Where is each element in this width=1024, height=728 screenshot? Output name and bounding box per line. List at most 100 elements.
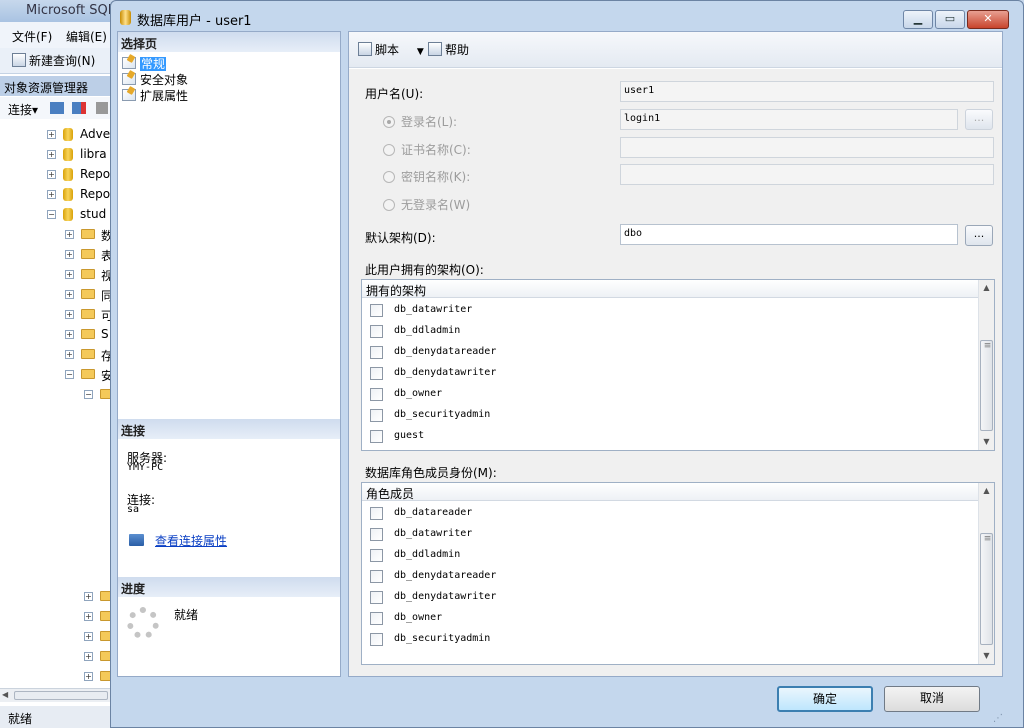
maximize-button[interactable]: ▭ xyxy=(935,10,965,29)
tree-horizontal-scrollbar[interactable]: ◀ xyxy=(0,688,110,702)
scroll-thumb[interactable] xyxy=(980,340,993,431)
key-field[interactable] xyxy=(620,164,994,185)
checkbox[interactable] xyxy=(370,430,383,443)
checkbox[interactable] xyxy=(370,570,383,583)
owned-schema-row[interactable]: db_denydatawriter xyxy=(362,363,978,384)
expand-icon[interactable]: + xyxy=(65,290,74,299)
login-browse-button[interactable]: ... xyxy=(965,109,993,130)
checkbox[interactable] xyxy=(370,388,383,401)
expand-icon[interactable]: + xyxy=(84,652,93,661)
role-member-row[interactable]: db_datawriter xyxy=(362,524,978,545)
default-schema-browse-button[interactable]: ... xyxy=(965,225,993,246)
tree-folder-node[interactable]: + 数 xyxy=(0,225,113,243)
cancel-button[interactable]: 取消 xyxy=(884,686,980,712)
checkbox[interactable] xyxy=(370,346,383,359)
expand-icon[interactable]: + xyxy=(47,190,56,199)
menu-file[interactable]: 文件(F) xyxy=(12,28,52,45)
checkbox[interactable] xyxy=(370,507,383,520)
checkbox[interactable] xyxy=(370,591,383,604)
checkbox[interactable] xyxy=(370,528,383,541)
checkbox[interactable] xyxy=(370,633,383,646)
page-extended-properties[interactable]: 扩展属性 xyxy=(122,87,188,103)
expand-icon[interactable]: + xyxy=(65,270,74,279)
tree-folder-node[interactable]: + xyxy=(0,607,114,625)
page-securables[interactable]: 安全对象 xyxy=(122,71,188,87)
checkbox[interactable] xyxy=(370,612,383,625)
cert-field[interactable] xyxy=(620,137,994,158)
role-member-row[interactable]: db_securityadmin xyxy=(362,629,978,650)
tree-database-node[interactable]: + Repo xyxy=(0,185,110,203)
resize-grip-icon[interactable]: ⋰ xyxy=(993,713,1007,725)
owned-schema-row[interactable]: db_denydatareader xyxy=(362,342,978,363)
stop-icon[interactable] xyxy=(96,102,108,114)
role-member-row[interactable]: db_ddladmin xyxy=(362,545,978,566)
tree-folder-node[interactable]: − 安 xyxy=(0,365,113,383)
tree-folder-node[interactable]: + xyxy=(0,627,114,645)
tree-database-node[interactable]: + libra xyxy=(0,145,110,163)
view-connection-properties-link[interactable]: 查看连接属性 xyxy=(155,532,227,549)
owned-schema-row[interactable]: db_ddladmin xyxy=(362,321,978,342)
owned-schema-row[interactable]: guest xyxy=(362,426,978,447)
login-field[interactable]: login1 xyxy=(620,109,958,130)
scroll-up-icon[interactable]: ▲ xyxy=(979,483,994,499)
tree-folder-node[interactable]: + 存 xyxy=(0,345,113,363)
owned-schema-row[interactable]: db_securityadmin xyxy=(362,405,978,426)
scroll-left-icon[interactable]: ◀ xyxy=(2,690,8,699)
scroll-thumb[interactable] xyxy=(14,691,108,700)
scroll-thumb[interactable] xyxy=(980,533,993,645)
menu-edit[interactable]: 编辑(E) xyxy=(66,28,107,45)
role-membership-scrollbar[interactable]: ▲ ▼ xyxy=(978,483,994,664)
tree-database-node[interactable]: + Repo xyxy=(0,165,110,183)
tree-folder-node[interactable]: + 表 xyxy=(0,245,113,263)
username-field[interactable]: user1 xyxy=(620,81,994,102)
tree-folder-node[interactable]: + 同 xyxy=(0,285,113,303)
expand-icon[interactable]: + xyxy=(65,250,74,259)
close-button[interactable]: ✕ xyxy=(967,10,1009,29)
tree-folder-node[interactable]: + xyxy=(0,587,114,605)
checkbox[interactable] xyxy=(370,549,383,562)
expand-icon[interactable]: + xyxy=(65,330,74,339)
role-member-row[interactable]: db_datareader xyxy=(362,503,978,524)
owned-schemas-column-header[interactable]: 拥有的架构 xyxy=(362,280,978,298)
expand-icon[interactable]: + xyxy=(47,170,56,179)
tree-database-node[interactable]: + Adve xyxy=(0,125,110,143)
expand-icon[interactable]: + xyxy=(47,130,56,139)
expand-icon[interactable]: + xyxy=(84,672,93,681)
key-radio[interactable]: 密钥名称(K): xyxy=(383,168,470,185)
expand-icon[interactable]: + xyxy=(47,150,56,159)
role-member-row[interactable]: db_denydatawriter xyxy=(362,587,978,608)
no-login-radio[interactable]: 无登录名(W) xyxy=(383,196,470,213)
tree-folder-node[interactable]: + xyxy=(0,647,114,665)
script-button[interactable]: 脚本 ▼ xyxy=(358,41,424,58)
expand-icon[interactable]: + xyxy=(65,310,74,319)
checkbox[interactable] xyxy=(370,367,383,380)
tree-database-node[interactable]: − stud xyxy=(0,205,110,223)
checkbox[interactable] xyxy=(370,325,383,338)
help-button[interactable]: 帮助 xyxy=(428,41,469,58)
owned-schemas-scrollbar[interactable]: ▲ ▼ xyxy=(978,280,994,450)
collapse-icon[interactable]: − xyxy=(47,210,56,219)
script-dropdown-icon[interactable]: ▼ xyxy=(417,47,424,57)
page-general[interactable]: 常规 xyxy=(122,55,167,71)
expand-icon[interactable]: + xyxy=(84,612,93,621)
cert-radio[interactable]: 证书名称(C): xyxy=(383,141,471,158)
expand-icon[interactable]: + xyxy=(84,632,93,641)
tree-folder-node[interactable]: + S xyxy=(0,325,110,343)
minimize-button[interactable]: ▁ xyxy=(903,10,933,29)
owned-schema-row[interactable]: db_owner xyxy=(362,384,978,405)
scroll-up-icon[interactable]: ▲ xyxy=(979,280,994,296)
role-member-row[interactable]: db_denydatareader xyxy=(362,566,978,587)
expand-icon[interactable]: + xyxy=(65,350,74,359)
tree-folder-node[interactable]: − xyxy=(0,385,114,403)
tree-folder-node[interactable]: + 可 xyxy=(0,305,113,323)
scroll-down-icon[interactable]: ▼ xyxy=(979,648,994,664)
expand-icon[interactable]: + xyxy=(84,592,93,601)
disconnect-icon[interactable] xyxy=(72,102,86,114)
checkbox[interactable] xyxy=(370,409,383,422)
collapse-icon[interactable]: − xyxy=(84,390,93,399)
scroll-down-icon[interactable]: ▼ xyxy=(979,434,994,450)
owned-schema-row[interactable]: db_datawriter xyxy=(362,300,978,321)
default-schema-field[interactable]: dbo xyxy=(620,224,958,245)
connect-icon[interactable] xyxy=(50,102,64,114)
role-members-column-header[interactable]: 角色成员 xyxy=(362,483,978,501)
